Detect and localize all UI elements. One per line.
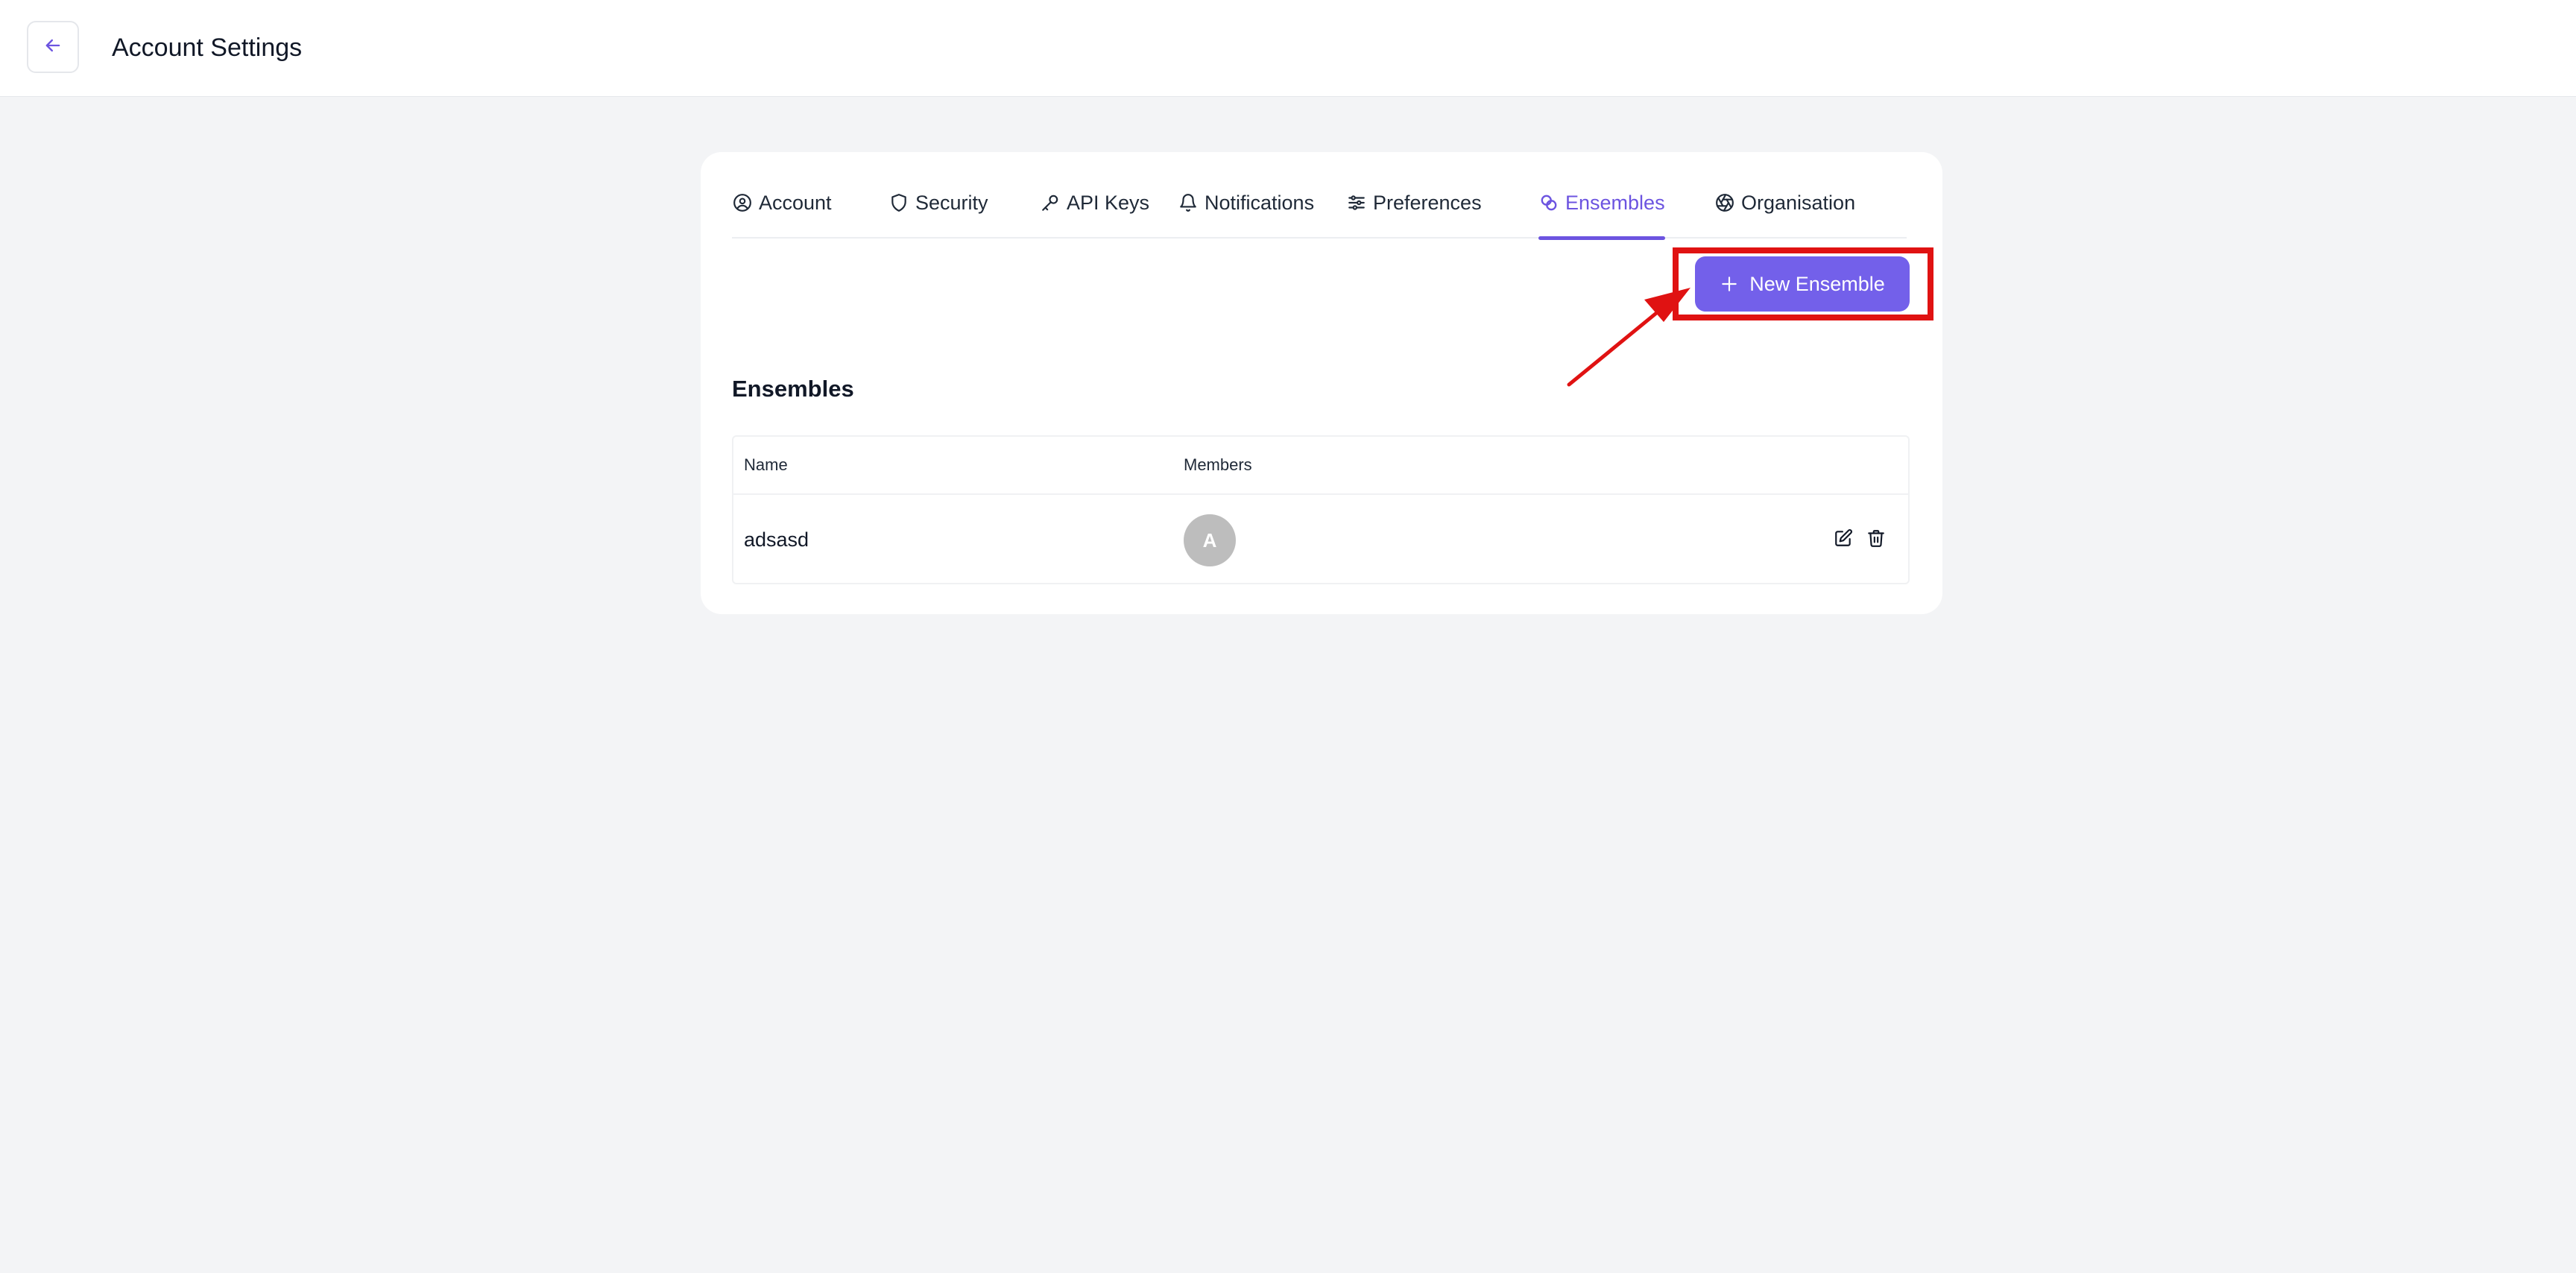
section-title: Ensembles: [732, 376, 854, 402]
tab-security[interactable]: Security: [888, 188, 988, 239]
new-ensemble-button[interactable]: New Ensemble: [1695, 256, 1910, 312]
aperture-icon: [1714, 188, 1735, 218]
tab-api-keys[interactable]: API Keys: [1040, 188, 1149, 239]
ensembles-table: Name Members adsasd A: [732, 435, 1910, 584]
tab-ensembles[interactable]: Ensembles: [1538, 188, 1665, 240]
tab-label: Notifications: [1205, 192, 1315, 214]
ensemble-name: adsasd: [744, 528, 809, 551]
tab-label: Ensembles: [1565, 192, 1665, 214]
settings-card: Account Security API Keys Notifications …: [701, 152, 1942, 614]
tab-organisation[interactable]: Organisation: [1714, 188, 1855, 239]
new-ensemble-label: New Ensemble: [1749, 272, 1885, 295]
sliders-icon: [1346, 188, 1367, 218]
page-title: Account Settings: [112, 34, 303, 62]
top-bar: Account Settings: [0, 0, 2576, 97]
avatar: A: [1184, 514, 1236, 566]
column-header-members: Members: [1184, 455, 1252, 474]
trash-icon[interactable]: [1865, 526, 1887, 550]
tab-account[interactable]: Account: [732, 188, 832, 239]
tab-notifications[interactable]: Notifications: [1178, 188, 1314, 239]
tab-label: Security: [915, 192, 988, 214]
table-header: Name Members: [733, 437, 1908, 495]
tab-label: API Keys: [1067, 192, 1150, 214]
shield-icon: [888, 188, 909, 218]
edit-icon[interactable]: [1832, 526, 1854, 550]
bell-icon: [1178, 188, 1199, 218]
tab-label: Preferences: [1373, 192, 1482, 214]
user-circle-icon: [732, 188, 753, 218]
plus-icon: [1720, 274, 1739, 294]
column-header-name: Name: [744, 455, 788, 474]
link-circles-icon: [1538, 188, 1559, 218]
tab-preferences[interactable]: Preferences: [1346, 188, 1482, 239]
arrow-left-icon: [42, 35, 63, 60]
key-icon: [1040, 188, 1061, 218]
tab-label: Account: [759, 192, 832, 214]
table-row[interactable]: adsasd A: [733, 495, 1908, 583]
back-button[interactable]: [27, 21, 79, 73]
tab-label: Organisation: [1741, 192, 1856, 214]
settings-tabs: Account Security API Keys Notifications …: [732, 188, 1907, 240]
row-actions: [1832, 526, 1887, 550]
